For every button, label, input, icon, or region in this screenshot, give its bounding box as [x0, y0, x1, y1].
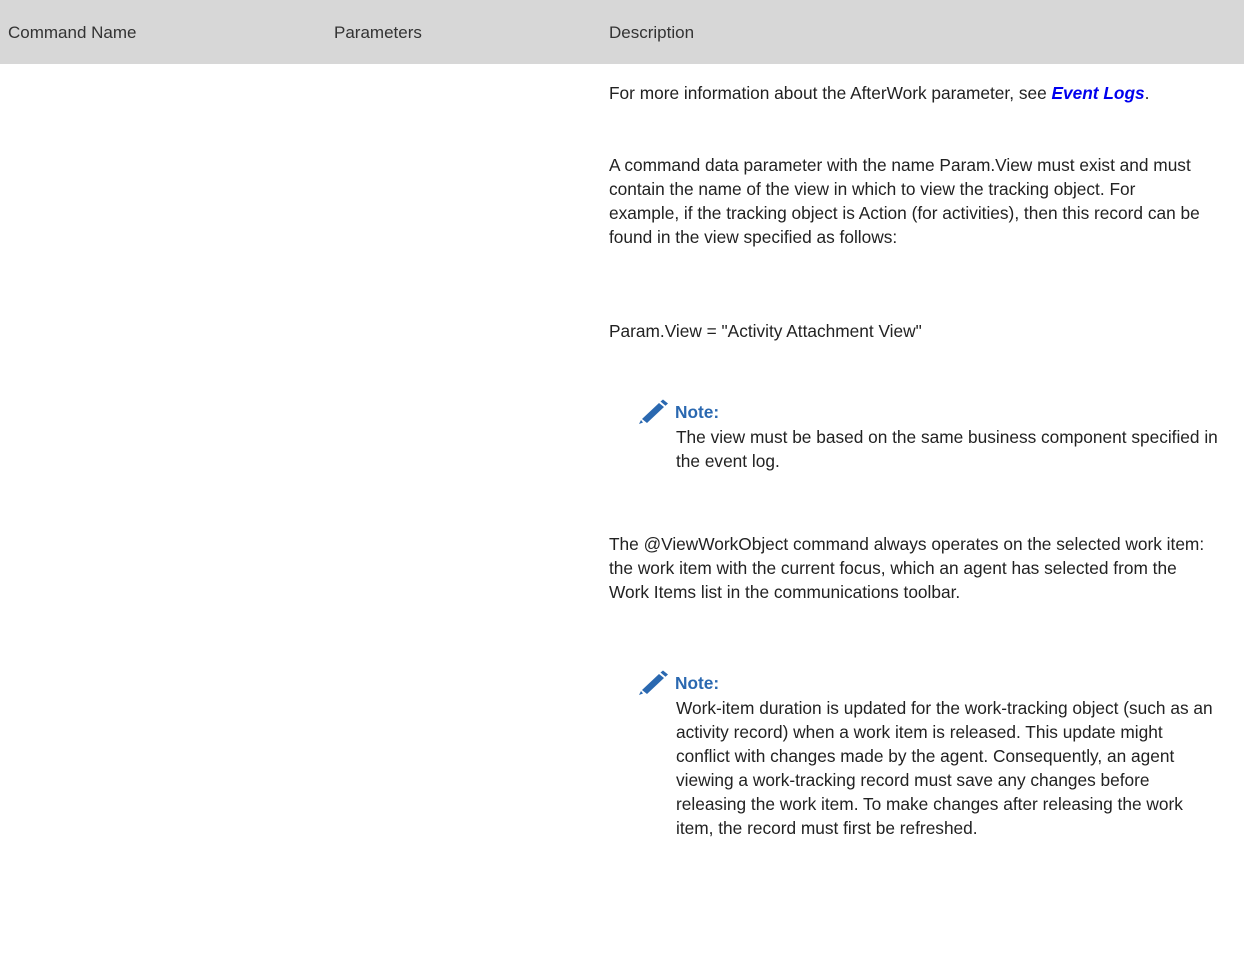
description-paragraph-param-view: A command data parameter with the name P…	[609, 155, 1200, 247]
header-description: Description	[609, 23, 695, 42]
pencil-icon	[639, 670, 668, 695]
table-header-row: Command Name Parameters Description	[0, 0, 1244, 64]
header-parameters: Parameters	[334, 23, 422, 42]
description-param-view-example: Param.View = "Activity Attachment View"	[609, 321, 922, 341]
description-paragraph-viewworkobject: The @ViewWorkObject command always opera…	[609, 534, 1205, 602]
note-header: Note:	[635, 670, 1225, 696]
paragraph-text: For more information about the AfterWork…	[609, 83, 1052, 103]
note-label: Note:	[675, 402, 720, 422]
header-command-name: Command Name	[8, 23, 137, 42]
note-text: The view must be based on the same busin…	[676, 427, 1218, 471]
note-box: Note: The view must be based on the same…	[635, 399, 1225, 473]
note-box: Note: Work-item duration is updated for …	[635, 670, 1225, 840]
pencil-icon	[639, 399, 668, 424]
note-text: Work-item duration is updated for the wo…	[676, 698, 1213, 838]
description-paragraph-afterwork: For more information about the AfterWork…	[609, 81, 1209, 105]
event-logs-link[interactable]: Event Logs	[1051, 83, 1144, 103]
paragraph-text-end: .	[1144, 83, 1150, 103]
note-label: Note:	[675, 673, 720, 693]
note-header: Note:	[635, 399, 1225, 425]
